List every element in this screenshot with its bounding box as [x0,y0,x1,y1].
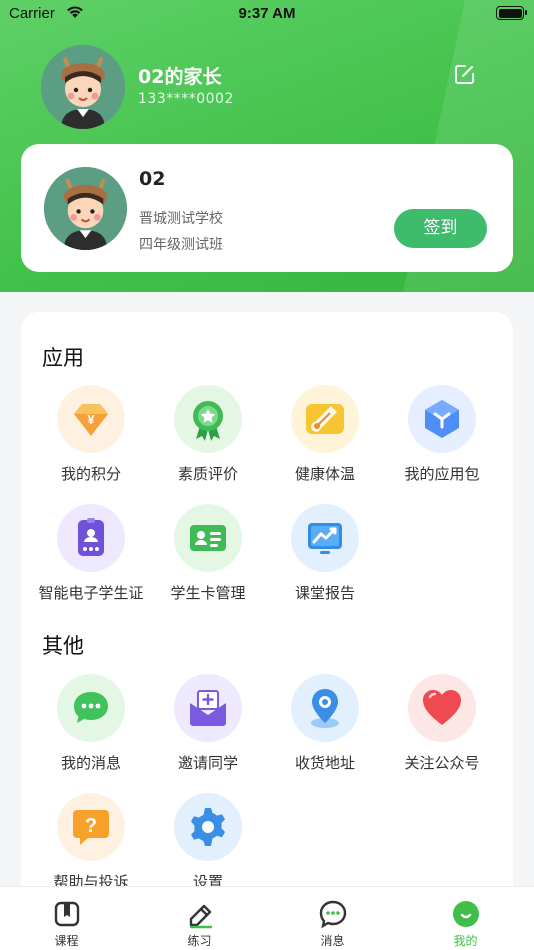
cartoon-child-avatar-icon [41,45,125,129]
other-label: 关注公众号 [404,754,480,772]
student-school: 晋城测试学校 [139,211,223,227]
tab-messages[interactable]: 消息 [266,887,399,950]
svg-text:¥: ¥ [87,412,95,427]
apps-section-title: 应用 [42,346,84,370]
menu-panel: 应用 ¥ 我的积分 素质评价 健康体温 我的应用包 智能电子学生证 学生卡管理 … [21,312,513,912]
message-icon [57,674,125,742]
edit-icon[interactable] [452,61,478,87]
student-class: 四年级测试班 [139,237,223,253]
app-package-icon [408,385,476,453]
student-card[interactable]: 02 晋城测试学校 四年级测试班 签到 [21,144,513,272]
tab-label: 消息 [320,934,345,948]
others-section-title: 其他 [42,634,84,658]
tab-label: 练习 [187,934,212,948]
student-name: 02 [139,168,166,190]
svg-text:?: ? [85,815,97,837]
settings-icon [174,793,242,861]
cartoon-child-avatar-icon [44,167,127,250]
other-item-follow-official-account[interactable]: 关注公众号 [372,674,512,773]
tab-label: 课程 [54,934,79,948]
heart-icon [408,674,476,742]
help-icon: ? [57,793,125,861]
parent-avatar[interactable] [41,45,125,129]
practice-icon [189,904,212,929]
tab-course[interactable]: 课程 [0,887,133,950]
student-avatar [44,167,127,250]
invite-icon [174,674,242,742]
profile-header: Carrier 9:37 AM 02的家长 133****0002 02 晋城测… [0,0,534,292]
app-label: 课堂报告 [294,584,355,602]
student-card-icon [174,504,242,572]
app-item-class-report[interactable]: 课堂报告 [255,504,395,603]
location-icon [291,674,359,742]
other-item-settings[interactable]: 设置 [138,793,278,892]
app-label: 我的应用包 [404,465,480,483]
medal-icon [174,385,242,453]
tab-practice[interactable]: 练习 [133,887,266,950]
status-bar: Carrier 9:37 AM [0,0,534,28]
profile-icon [452,901,479,927]
tab-label: 我的 [453,934,478,948]
class-report-icon [291,504,359,572]
battery-icon [496,6,527,20]
tab-bar: 课程 练习 消息 我的 [0,886,534,950]
course-icon [54,901,79,927]
checkin-button[interactable]: 签到 [394,209,487,248]
clock: 9:37 AM [238,5,296,22]
student-id-icon [57,504,125,572]
tab-profile[interactable]: 我的 [399,887,532,950]
chat-icon [319,900,346,929]
thermometer-icon [291,385,359,453]
app-item-app-package[interactable]: 我的应用包 [372,385,512,484]
parent-name: 02的家长 [138,66,222,88]
points-icon: ¥ [57,385,125,453]
parent-phone: 133****0002 [138,91,234,107]
